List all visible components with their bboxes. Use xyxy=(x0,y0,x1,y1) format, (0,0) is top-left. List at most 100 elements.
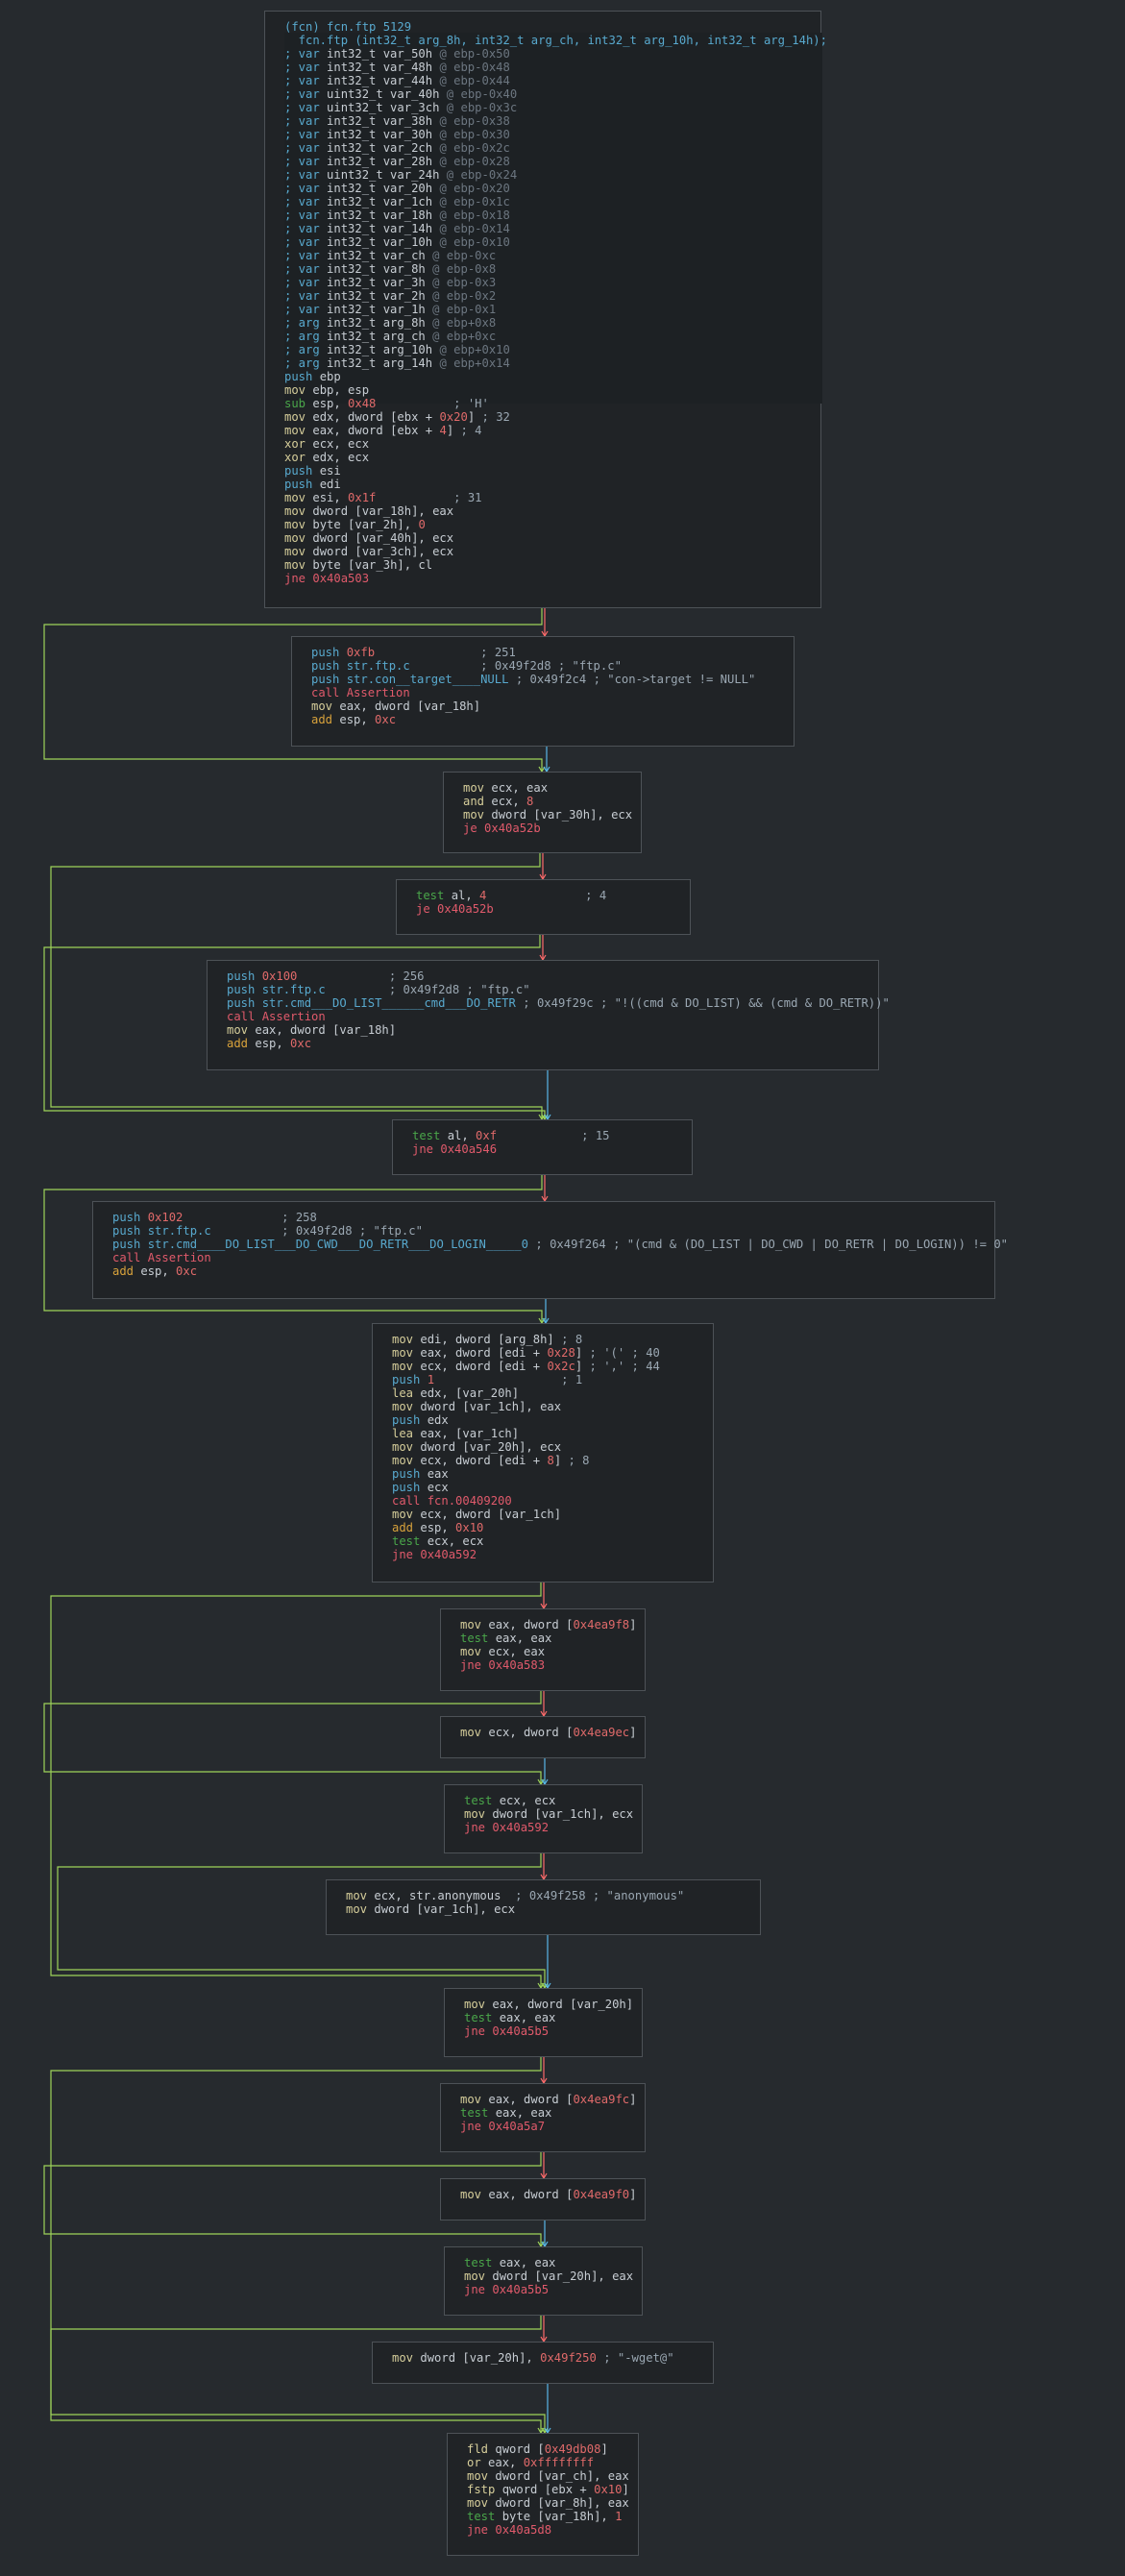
block-code: fld qword [0x49db08] or eax, 0xffffffff mov d… xyxy=(467,2442,638,2537)
var-location: @ ebp-0x1c xyxy=(432,195,510,209)
instruction-line: test eax, eax xyxy=(464,2011,642,2024)
block-test-passwd-2[interactable]: test eax, eax mov dword [var_20h], eax jne 0x… xyxy=(444,2246,643,2316)
comment: ; 0x49f2d8 ; "ftp.c" xyxy=(281,1224,423,1238)
mnemonic: mov xyxy=(464,1807,486,1821)
var-line: ; var int32_t var_30h @ ebp-0x30 xyxy=(284,128,820,141)
block-entry[interactable]: (fcn) fcn.ftp 5129 fcn.ftp (int32_t arg_… xyxy=(264,11,827,608)
comment: ; 0x49f2d8 ; "ftp.c" xyxy=(480,659,622,673)
comment: ; 0x49f2c4 ; "con->target != NULL" xyxy=(515,673,756,686)
immediate: 0x4ea9fc xyxy=(573,2093,630,2106)
immediate: 0x100 xyxy=(261,969,298,983)
block-test-passwd[interactable]: mov eax, dword [var_20h] test eax, eax jne 0x… xyxy=(444,1988,643,2057)
operand: edx, [var_20h] xyxy=(420,1386,520,1400)
instruction-line: mov ecx, str.anonymous ; 0x49f258 ; "anony… xyxy=(346,1889,760,1902)
var-keyword: ; arg xyxy=(284,330,320,343)
var-decl: int32_t var_ch xyxy=(319,249,426,262)
block-assert-do-list-retr[interactable]: push 0x100 ; 256 push str.ftp.c ; 0x49f2d8 ; … xyxy=(207,960,890,1070)
mnemonic: mov xyxy=(467,2469,489,2483)
comment: ; 0x49f264 ; "(cmd & (DO_LIST | DO_CWD |… xyxy=(535,1238,1009,1251)
block-code: test al, 4 ; 4 je 0x40a52b xyxy=(416,889,690,916)
mnemonic: mov xyxy=(460,1645,482,1658)
instruction-line: mov dword [var_1ch], ecx xyxy=(346,1902,760,1916)
operand: str.cmd____DO_LIST___DO_CWD___DO_RETR___… xyxy=(147,1238,528,1251)
comment: ; ',' ; 44 xyxy=(589,1360,660,1373)
mnemonic: fld xyxy=(467,2442,489,2456)
mnemonic: call xyxy=(392,1494,421,1508)
operand: dword [var_18h], eax xyxy=(312,504,454,518)
mnemonic: push xyxy=(112,1211,141,1224)
var-line: ; var int32_t var_18h @ ebp-0x18 xyxy=(284,209,820,222)
mnemonic: mov xyxy=(284,410,306,424)
operand: 0x40a592 xyxy=(420,1548,477,1561)
var-keyword: ; arg xyxy=(284,343,320,356)
var-decl: int32_t var_3h xyxy=(319,276,426,289)
block-load-user[interactable]: mov eax, dword [0x4ea9f8] test eax, eax mov e… xyxy=(440,1608,646,1691)
instruction-line: push ecx xyxy=(392,1481,713,1494)
mnemonic: push xyxy=(112,1238,141,1251)
mnemonic: xor xyxy=(284,437,306,451)
operand: edi xyxy=(319,478,341,491)
var-keyword: ; var xyxy=(284,182,320,195)
block-load-default-user[interactable]: mov ecx, dword [0x4ea9ec] xyxy=(440,1716,646,1758)
var-location: @ ebp-0x30 xyxy=(432,128,510,141)
var-line: ; var int32_t var_ch @ ebp-0xc xyxy=(284,249,820,262)
var-decl: int32_t var_18h xyxy=(319,209,433,222)
comment: ; 15 xyxy=(581,1129,610,1142)
operand: edx, ecx xyxy=(312,451,370,464)
instruction-line: mov eax, dword [var_18h] xyxy=(227,1023,878,1037)
var-keyword: ; var xyxy=(284,249,320,262)
immediate: 1 xyxy=(427,1373,435,1386)
instruction-line: mov ecx, eax xyxy=(460,1645,645,1658)
block-code: push 0x102 ; 258 push str.ftp.c ; 0x49f2d8 ; … xyxy=(112,1211,1008,1278)
block-test-user[interactable]: test ecx, ecx mov dword [var_1ch], ecx jne 0x… xyxy=(444,1784,643,1853)
var-decl: int32_t arg_ch xyxy=(319,330,426,343)
immediate: 4 xyxy=(479,889,487,902)
operand: eax, eax xyxy=(495,2106,552,2120)
var-keyword: ; arg xyxy=(284,316,320,330)
block-parse-url[interactable]: mov edi, dword [arg_8h] ; 8 mov eax, dword [… xyxy=(372,1323,714,1582)
mnemonic: push xyxy=(284,370,313,383)
block-code: mov dword [var_20h], 0x49f250 ; "-wget@" xyxy=(392,2351,713,2365)
var-location: @ ebp-0x40 xyxy=(439,87,518,101)
mnemonic: mov xyxy=(464,2269,486,2283)
operand: eax, dword [ xyxy=(488,2093,574,2106)
instruction-line: mov eax, dword [0x4ea9f8] xyxy=(460,1618,645,1631)
operand-tail: ] xyxy=(622,2483,629,2496)
block-assert-cmd-nonzero[interactable]: push 0x102 ; 258 push str.ftp.c ; 0x49f2d8 ; … xyxy=(92,1201,1008,1299)
block-test-al-0xf[interactable]: test al, 0xf ; 15 jne 0x40a546 xyxy=(392,1119,693,1175)
block-and-ecx-8[interactable]: mov ecx, eax and ecx, 8 mov dword [var_30h], … xyxy=(443,772,642,853)
var-line: ; var uint32_t var_40h @ ebp-0x40 xyxy=(284,87,820,101)
operand: eax, dword [var_18h] xyxy=(255,1023,397,1037)
block-assert-con-target[interactable]: push 0xfb ; 251 push str.ftp.c ; 0x49f2d8 ; "… xyxy=(291,636,795,747)
operand: dword [var_8h], eax xyxy=(495,2496,629,2510)
instruction-line: mov ecx, dword [edi + 0x2c] ; ',' ; 44 xyxy=(392,1360,713,1373)
operand: ecx, eax xyxy=(491,781,549,795)
block-test-al-4[interactable]: test al, 4 ; 4 je 0x40a52b xyxy=(396,879,691,935)
immediate: 0x49db08 xyxy=(544,2442,601,2456)
block-default-wget[interactable]: mov dword [var_20h], 0x49f250 ; "-wget@" xyxy=(372,2342,714,2384)
block-load-default-passwd[interactable]: mov eax, dword [0x4ea9f0] xyxy=(440,2178,646,2220)
comment: ; 4 xyxy=(585,889,607,902)
var-decl: int32_t var_8h xyxy=(319,262,426,276)
operand: ecx, dword [var_1ch] xyxy=(420,1508,562,1521)
operand: 0x40a583 xyxy=(488,1658,546,1672)
block-code: test al, 0xf ; 15 jne 0x40a546 xyxy=(412,1129,692,1156)
mnemonic: test xyxy=(464,2256,493,2269)
mnemonic: mov xyxy=(311,699,333,713)
block-code: mov ecx, str.anonymous ; 0x49f258 ; "anony… xyxy=(346,1889,760,1916)
var-line: ; arg int32_t arg_10h @ ebp+0x10 xyxy=(284,343,820,356)
mnemonic: mov xyxy=(460,1726,482,1739)
operand: dword [var_40h], ecx xyxy=(312,531,454,545)
block-fld-timeout[interactable]: fld qword [0x49db08] or eax, 0xffffffff mov d… xyxy=(447,2433,639,2556)
instruction-line: add esp, 0xc xyxy=(227,1037,878,1050)
instruction-line: mov edi, dword [arg_8h] ; 8 xyxy=(392,1333,713,1346)
block-load-passwd[interactable]: mov eax, dword [0x4ea9fc] test eax, eax jne 0… xyxy=(440,2083,646,2152)
instruction-line: mov dword [var_3ch], ecx xyxy=(284,545,820,558)
operand: esp, xyxy=(312,397,349,410)
operand: esp, xyxy=(420,1521,456,1534)
var-line: ; arg int32_t arg_14h @ ebp+0x14 xyxy=(284,356,820,370)
block-anonymous[interactable]: mov ecx, str.anonymous ; 0x49f258 ; "anony… xyxy=(326,1879,761,1935)
var-location: @ ebp-0x2 xyxy=(425,289,497,303)
var-keyword: ; var xyxy=(284,168,320,182)
comment: ; 0x49f2d8 ; "ftp.c" xyxy=(388,983,530,996)
